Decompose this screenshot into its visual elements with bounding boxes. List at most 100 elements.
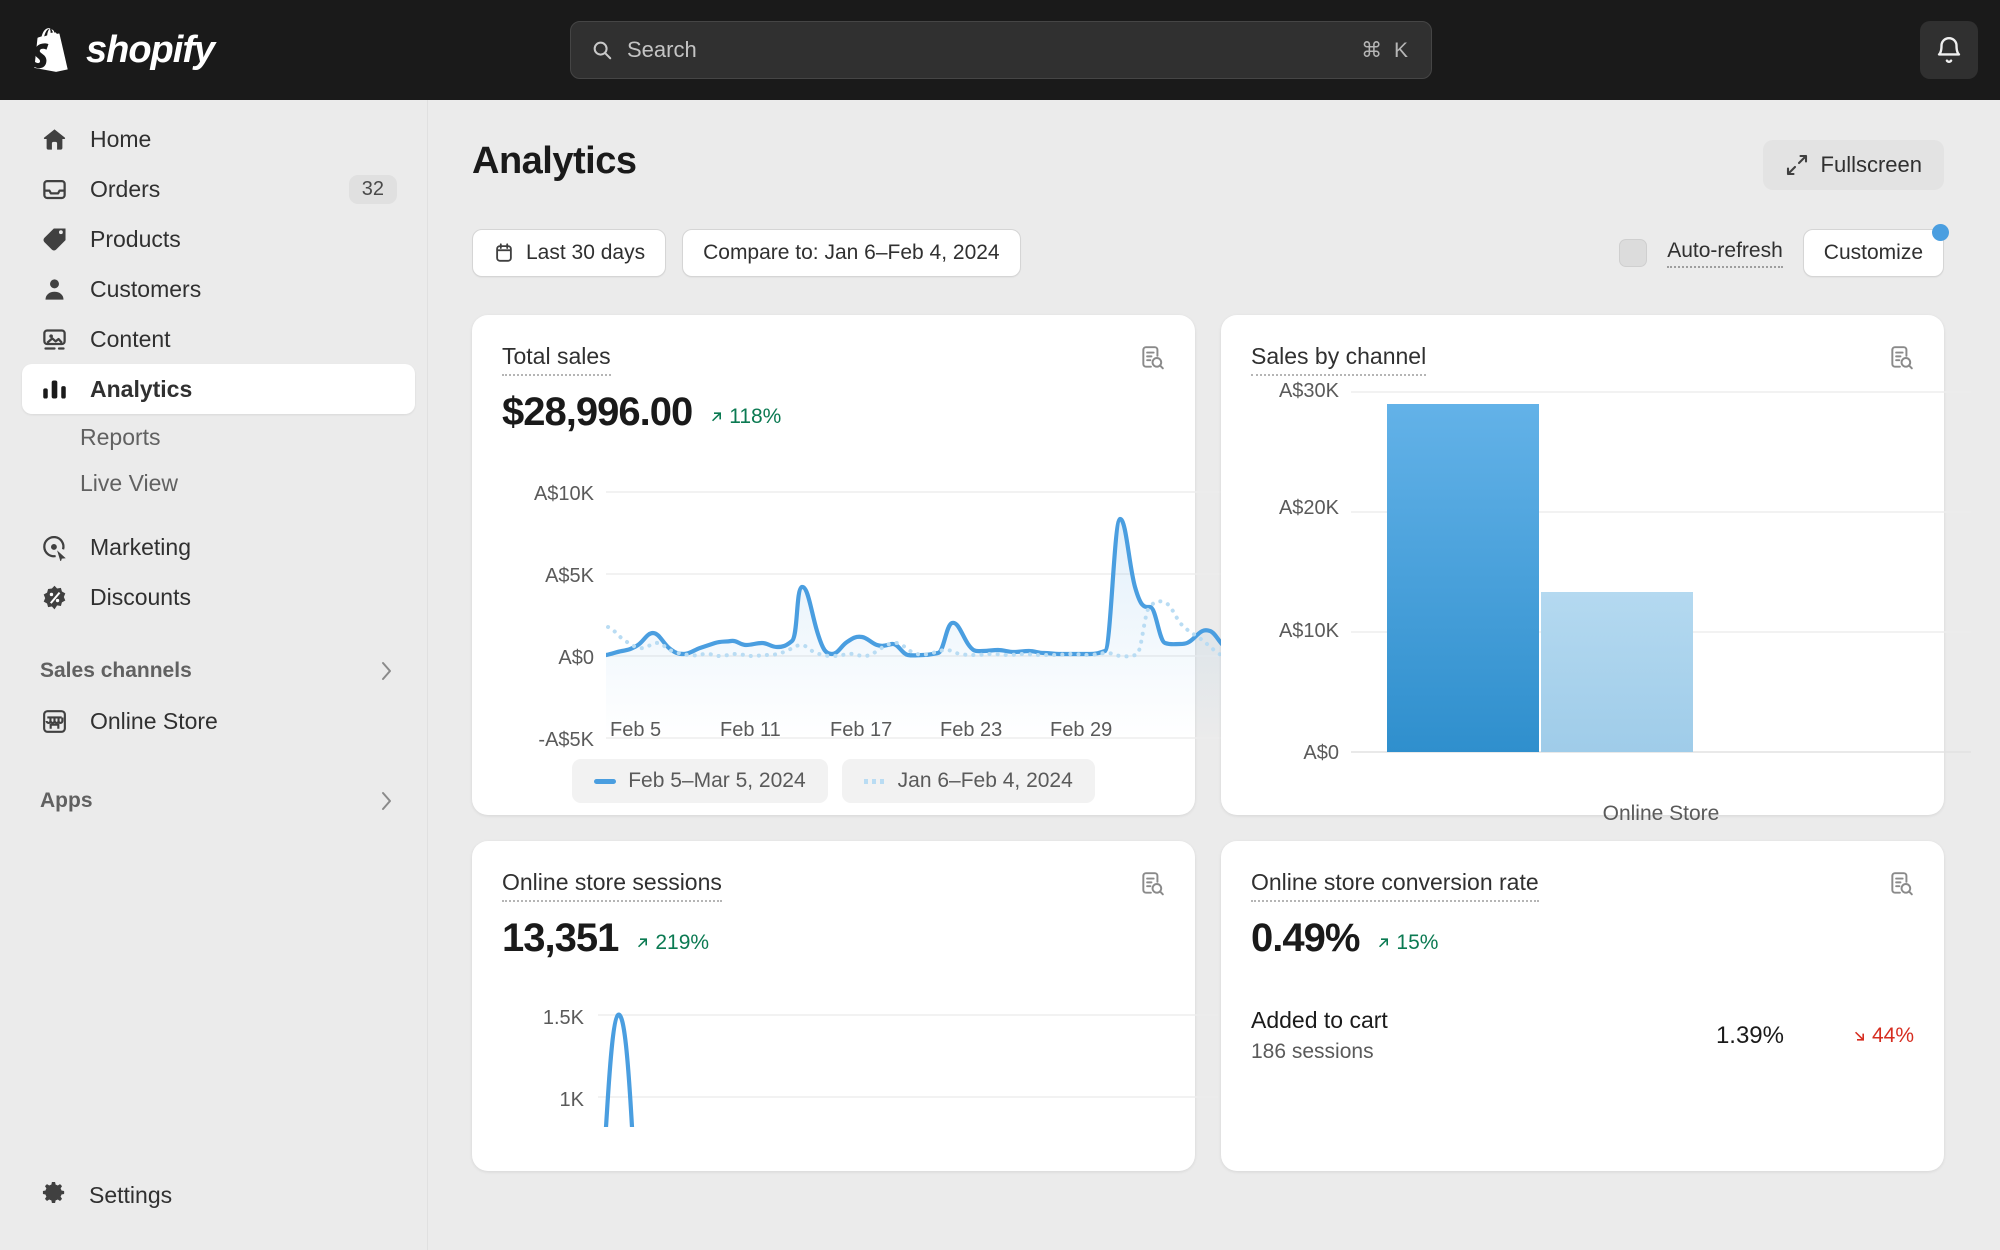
date-range-label: Last 30 days: [526, 241, 646, 264]
sidebar-item-label: Orders: [90, 175, 161, 202]
total-sales-plot: [606, 491, 1226, 739]
arrow-down-right-icon: [1854, 1031, 1864, 1041]
legend-item-primary[interactable]: Feb 5–Mar 5, 2024: [572, 759, 828, 803]
compare-to-picker[interactable]: Compare to: Jan 6–Feb 4, 2024: [682, 229, 1021, 277]
y-tick-label: -A$5K: [538, 729, 594, 751]
shopify-bag-icon: [32, 28, 68, 72]
sidebar-subitem-label: Reports: [80, 423, 161, 450]
sidebar-item-label: Customers: [90, 275, 202, 302]
chevron-right-icon: [382, 662, 391, 680]
top-bar: shopify ⌘ K: [0, 0, 2000, 100]
auto-refresh-label[interactable]: Auto-refresh: [1667, 239, 1783, 268]
chevron-right-icon: [382, 792, 391, 810]
y-tick-label: 1.5K: [542, 1007, 584, 1029]
legend-item-compare[interactable]: Jan 6–Feb 4, 2024: [841, 759, 1095, 803]
card-title: Sales by channel: [1251, 343, 1427, 376]
sidebar-item-reports[interactable]: Reports: [62, 414, 427, 460]
orders-badge: 32: [348, 174, 397, 204]
global-search[interactable]: ⌘ K: [570, 21, 1432, 79]
view-report-icon[interactable]: [1888, 871, 1914, 897]
card-conversion-rate: Online store conversion rate 0.49% 15% A…: [1221, 841, 1944, 1171]
bar-primary: [1387, 404, 1539, 752]
y-tick-label: A$0: [1303, 742, 1339, 764]
total-sales-metric: $28,996.00 118%: [502, 390, 1165, 435]
date-range-picker[interactable]: Last 30 days: [472, 229, 667, 277]
bar-category-label: Online Store: [1602, 802, 1720, 825]
sidebar-item-customers[interactable]: Customers: [22, 264, 415, 314]
home-icon: [40, 125, 68, 153]
sidebar-item-analytics[interactable]: Analytics: [22, 364, 415, 414]
funnel-labels: Added to cart 186 sessions: [1251, 1007, 1388, 1064]
fullscreen-button[interactable]: Fullscreen: [1762, 140, 1944, 190]
sales-channels-header: Sales channels: [40, 659, 192, 682]
sidebar-item-orders[interactable]: Orders 32: [22, 164, 415, 214]
brand-name: shopify: [86, 28, 215, 71]
sidebar: Home Orders 32 Products Customers Conten…: [0, 100, 428, 1250]
sidebar-item-label: Online Store: [90, 707, 218, 734]
card-title: Online store sessions: [502, 869, 722, 902]
apps-header: Apps: [40, 789, 93, 812]
sidebar-item-home[interactable]: Home: [22, 114, 415, 164]
x-tick-label: Feb 17: [830, 719, 893, 741]
marketing-icon: [40, 533, 68, 561]
legend-solid-swatch: [594, 778, 617, 784]
sidebar-item-label: Marketing: [90, 533, 191, 560]
gear-icon: [40, 1179, 67, 1211]
calendar-icon: [496, 243, 512, 262]
card-title: Total sales: [502, 343, 611, 376]
view-report-icon[interactable]: [1888, 345, 1914, 371]
sessions-plot: [598, 1012, 1218, 1127]
products-icon: [40, 225, 68, 253]
fullscreen-label: Fullscreen: [1820, 152, 1922, 177]
sidebar-item-label: Discounts: [90, 583, 191, 610]
funnel-step-delta: 44%: [1784, 1024, 1914, 1048]
view-report-icon[interactable]: [1139, 871, 1165, 897]
y-tick-label: 1K: [559, 1089, 584, 1111]
sales-by-channel-plot: [1351, 391, 1971, 753]
y-tick-label: A$20K: [1278, 497, 1339, 519]
funnel-step-sessions: 186 sessions: [1251, 1040, 1374, 1063]
total-sales-chart: A$10K A$5K A$0 -A$5K Feb 5 Feb 11 Feb 17…: [502, 451, 1226, 751]
legend-label: Feb 5–Mar 5, 2024: [628, 769, 806, 792]
x-tick-label: Feb 5: [610, 719, 662, 741]
shopify-logo[interactable]: shopify: [30, 27, 215, 73]
customize-button[interactable]: Customize: [1802, 224, 1949, 277]
customize-notification-dot: [1932, 224, 1949, 241]
conversion-metric: 0.49% 15%: [1251, 916, 1914, 961]
sidebar-subitem-label: Live View: [80, 469, 179, 496]
sidebar-item-live-view[interactable]: Live View: [62, 460, 427, 506]
sidebar-item-online-store[interactable]: Online Store: [22, 696, 415, 746]
card-title: Online store conversion rate: [1251, 869, 1539, 902]
funnel-step-percent: 1.39%: [1715, 1021, 1784, 1049]
notifications-button[interactable]: [1920, 21, 1978, 79]
view-report-icon[interactable]: [1139, 345, 1165, 371]
x-tick-label: Feb 11: [720, 719, 781, 741]
total-sales-area-fill: [606, 518, 1226, 738]
sidebar-item-products[interactable]: Products: [22, 214, 415, 264]
auto-refresh-checkbox[interactable]: [1619, 239, 1648, 267]
card-total-sales: Total sales $28,996.00 118% A$10K A$5K A…: [472, 315, 1226, 815]
main-content: Analytics Fullscreen Last 30 days Compar…: [428, 100, 2000, 1250]
sales-by-channel-chart: A$30K A$20K A$10K A$0 Online Store: [1251, 380, 1971, 825]
content-icon: [40, 325, 68, 353]
sales-channels-section-toggle[interactable]: Sales channels: [40, 650, 393, 692]
y-tick-label: A$30K: [1278, 380, 1339, 402]
customers-icon: [40, 275, 68, 303]
online-store-icon: [40, 707, 68, 735]
sidebar-item-marketing[interactable]: Marketing: [22, 522, 415, 572]
sidebar-item-content[interactable]: Content: [22, 314, 415, 364]
legend-label: Jan 6–Feb 4, 2024: [897, 769, 1073, 792]
fullscreen-icon: [1786, 154, 1807, 176]
page-title: Analytics: [472, 140, 637, 182]
analytics-cards-grid: Total sales $28,996.00 118% A$10K A$5K A…: [472, 315, 1971, 1171]
sessions-chart: 1.5K 1K: [502, 977, 1218, 1127]
sessions-line: [603, 1012, 635, 1127]
sidebar-item-settings[interactable]: Settings: [22, 1170, 415, 1220]
apps-section-toggle[interactable]: Apps: [40, 780, 393, 822]
search-icon: [593, 41, 612, 60]
total-sales-value: $28,996.00: [502, 390, 693, 434]
arrow-up-right-icon: [712, 412, 722, 422]
sidebar-item-discounts[interactable]: Discounts: [22, 572, 415, 622]
search-input[interactable]: [627, 37, 1362, 63]
funnel-row-added-to-cart: Added to cart 186 sessions 1.39% 44%: [1251, 1007, 1914, 1064]
